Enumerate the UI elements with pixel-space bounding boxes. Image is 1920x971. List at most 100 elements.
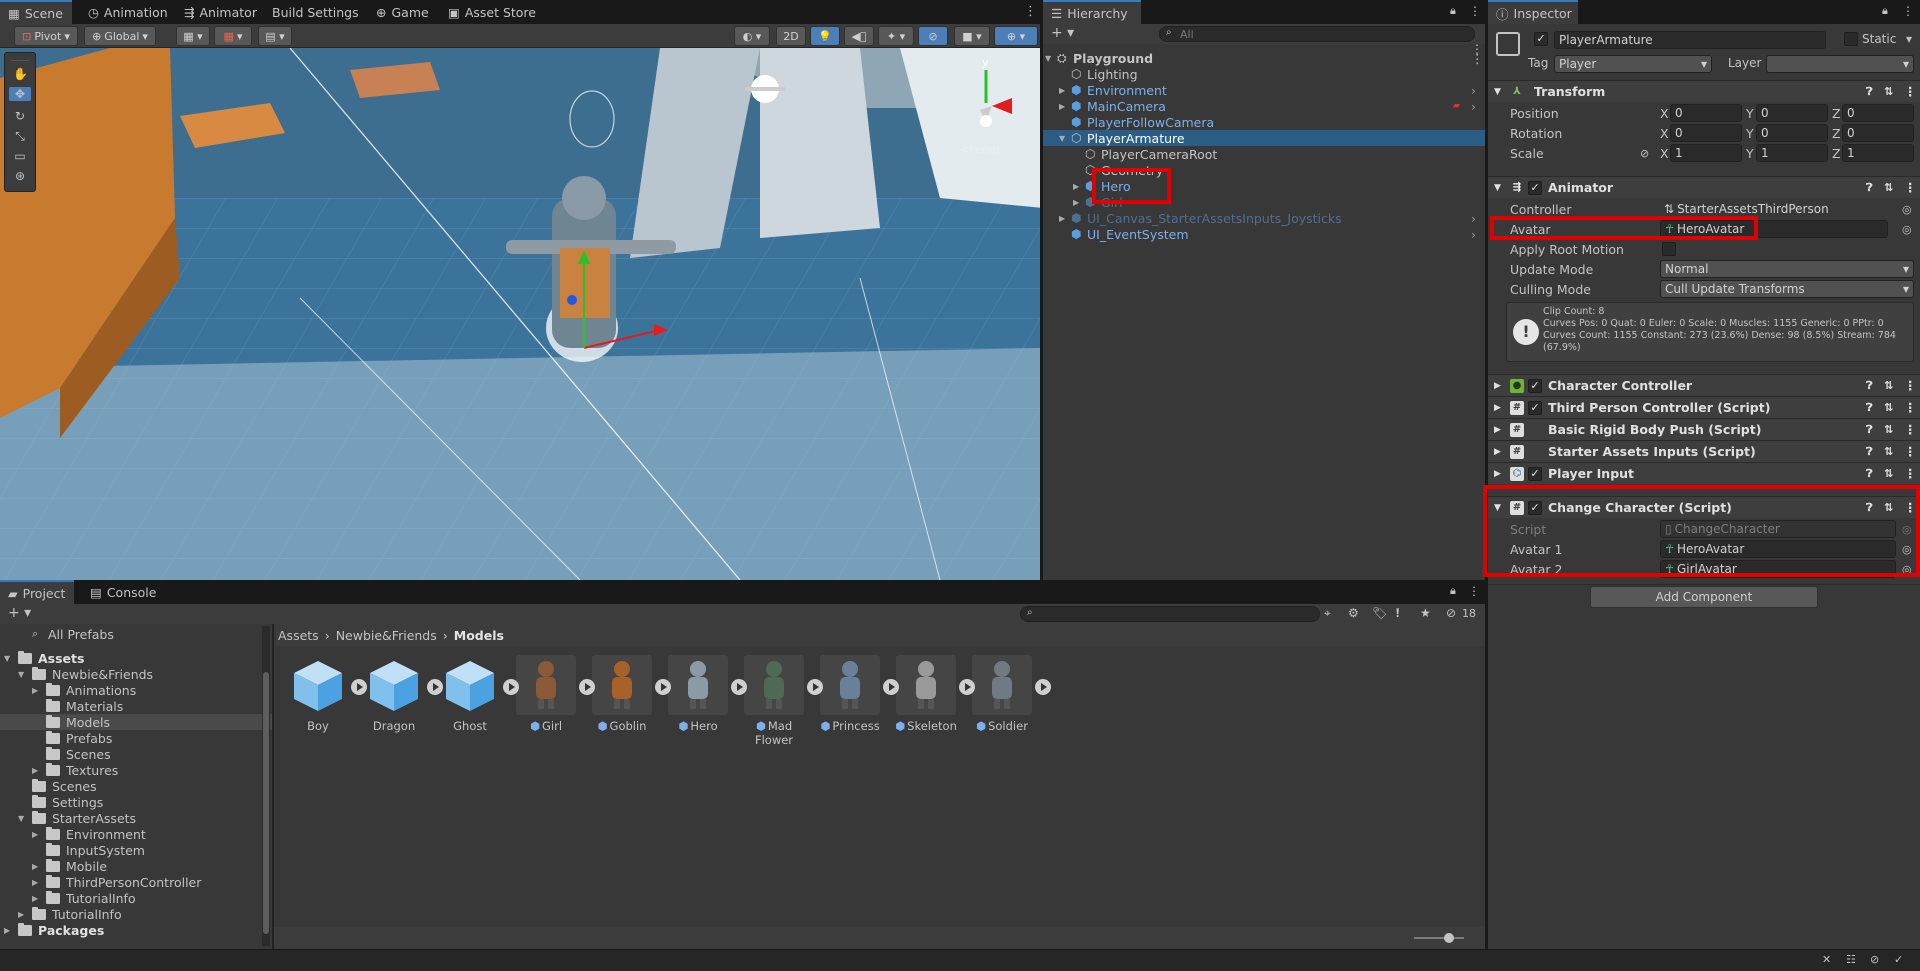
tab-animation[interactable]: ◷ Animation [80, 0, 170, 24]
hierarchy-item[interactable]: ▶ ⬢ UI_Canvas_StarterAssetsInputs_Joystick… [1043, 210, 1485, 226]
more-menu-icon[interactable]: ⋮ [1904, 422, 1917, 437]
x-field[interactable]: 0 [1670, 124, 1742, 142]
create-plus-icon[interactable]: + ▾ [8, 605, 31, 621]
foldout-closed-icon[interactable]: ▶ [1059, 214, 1065, 223]
tree-item[interactable]: ▶ Animations [0, 682, 272, 698]
visibility-toggle[interactable]: ⊘ [918, 26, 948, 46]
search-scope-icon[interactable]: ⌖ [1324, 606, 1331, 621]
transform-tool-icon[interactable]: ⊛ [13, 169, 27, 183]
animator-enabled-checkbox[interactable]: ✓ [1528, 181, 1542, 195]
expand-prefab-play-icon[interactable] [351, 679, 367, 695]
open-prefab-chevron-icon[interactable]: › [1471, 227, 1476, 242]
foldout-closed-icon[interactable]: ▶ [4, 926, 10, 935]
snap-increment-button[interactable]: ▦ ▾ [214, 26, 252, 46]
hierarchy-item[interactable]: ▼ ⬡ PlayerArmature [1043, 130, 1485, 146]
preset-icon[interactable]: ⇅ [1884, 85, 1893, 98]
camera-dropdown[interactable]: ■ ▾ [954, 26, 990, 46]
more-menu-icon[interactable]: ⋮ [1904, 444, 1917, 459]
more-menu-icon[interactable]: ⋮ [1904, 180, 1917, 195]
help-icon[interactable]: ❓︎ [1866, 467, 1873, 481]
foldout-closed-icon[interactable]: ▶ [1073, 198, 1079, 207]
layer-dropdown[interactable]: ▾ [1766, 55, 1914, 73]
preset-icon[interactable]: ⇅ [1884, 423, 1893, 436]
active-checkbox[interactable]: ✓ [1534, 32, 1548, 46]
align-button[interactable]: ▤ ▾ [258, 26, 292, 46]
lock-icon[interactable]: 🔒︎ [1882, 4, 1888, 18]
foldout-closed-icon[interactable]: ▶ [1073, 182, 1079, 191]
help-icon[interactable]: ❓︎ [1866, 423, 1873, 437]
hierarchy-item[interactable]: ⬡ PlayerCameraRoot [1043, 146, 1485, 162]
y-field[interactable]: 1 [1756, 144, 1828, 162]
foldout-closed-icon[interactable]: ▶ [32, 894, 38, 903]
tree-item[interactable]: Scenes [0, 778, 272, 794]
tab-console[interactable]: ▤ Console [82, 580, 162, 604]
object-picker-icon[interactable]: ◎ [1902, 203, 1912, 216]
foldout-closed-icon[interactable]: ▶ [1494, 425, 1501, 435]
foldout-open-icon[interactable]: ▼ [1059, 134, 1065, 143]
more-menu-icon[interactable]: ⋮ [1902, 4, 1914, 18]
tree-item[interactable]: ▼ Assets [0, 650, 272, 666]
component-header[interactable]: ▶ # Starter Assets Inputs (Script) ❓︎ ⇅ ⋮ [1488, 440, 1920, 462]
z-field[interactable]: 0 [1842, 124, 1914, 142]
expand-prefab-play-icon[interactable] [1035, 679, 1051, 695]
component-enabled-checkbox[interactable]: ✓ [1528, 379, 1542, 393]
rotate-tool-icon[interactable]: ↻ [13, 109, 27, 123]
hierarchy-item[interactable]: ▶ ⬢ MainCamera › ▰ [1043, 98, 1485, 114]
effects-dropdown[interactable]: ✦ ▾ [878, 26, 914, 46]
asset-item[interactable]: ⬢ Hero [666, 655, 730, 733]
breadcrumb-models[interactable]: Models [454, 628, 504, 643]
tree-item[interactable]: ▶ Packages [0, 922, 272, 938]
preset-icon[interactable]: ⇅ [1884, 401, 1893, 414]
filter-label-icon[interactable]: 🏷︎ [1372, 606, 1387, 620]
update-mode-dropdown[interactable]: Normal ▾ [1660, 260, 1914, 278]
more-menu-icon[interactable]: ⋮ [1904, 84, 1917, 99]
foldout-closed-icon[interactable]: ▶ [32, 830, 38, 839]
tree-item[interactable]: ⌕ All Prefabs [0, 626, 272, 642]
component-header[interactable]: ▶ # Basic Rigid Body Push (Script) ❓︎ ⇅ ⋮ [1488, 418, 1920, 440]
asset-item[interactable]: ⬢ Soldier [970, 655, 1034, 733]
expand-prefab-play-icon[interactable] [427, 679, 443, 695]
preset-icon[interactable]: ⇅ [1884, 181, 1893, 194]
component-header[interactable]: ▶ ● ✓ Character Controller ❓︎ ⇅ ⋮ [1488, 374, 1920, 396]
preset-icon[interactable]: ⇅ [1884, 445, 1893, 458]
asset-item[interactable]: ⬢ Princess [818, 655, 882, 733]
audio-toggle[interactable]: ◀ﾞ [844, 26, 874, 46]
breadcrumb-newbie-friends[interactable]: Newbie&Friends [336, 628, 437, 643]
hierarchy-item[interactable]: ⬢ UI_EventSystem › [1043, 226, 1485, 242]
foldout-closed-icon[interactable]: ▶ [18, 910, 24, 919]
lighting-toggle[interactable]: 💡 [810, 26, 840, 46]
tree-scrollbar-thumb[interactable] [263, 672, 269, 934]
component-enabled-checkbox[interactable]: ✓ [1528, 467, 1542, 481]
tree-item[interactable]: Prefabs [0, 730, 272, 746]
collab-check-icon[interactable]: ✓ [1894, 953, 1903, 966]
hierarchy-search-input[interactable]: ⌕ All [1159, 26, 1475, 42]
tab-asset-store[interactable]: ▣ Asset Store [440, 0, 540, 24]
project-search-input[interactable]: ⌕ [1020, 606, 1320, 622]
hierarchy-item[interactable]: ⬢ PlayerFollowCamera [1043, 114, 1485, 130]
more-menu-icon[interactable]: ⋮ [1904, 378, 1917, 393]
tree-scrollbar[interactable] [262, 626, 270, 946]
help-icon[interactable]: ❓︎ [1866, 181, 1873, 195]
foldout-open-icon[interactable]: ▼ [4, 654, 10, 663]
log-filter-icon[interactable]: ❗︎ [1396, 606, 1399, 621]
expand-prefab-play-icon[interactable] [731, 679, 747, 695]
y-field[interactable]: 0 [1756, 104, 1828, 122]
foldout-closed-icon[interactable]: ▶ [32, 686, 38, 695]
favorite-star-icon[interactable]: ★ [1420, 606, 1431, 620]
expand-prefab-play-icon[interactable] [579, 679, 595, 695]
rect-tool-icon[interactable]: ▭ [13, 149, 27, 163]
lock-icon[interactable]: 🔒︎ [1450, 584, 1456, 598]
foldout-open-icon[interactable]: ▼ [1494, 87, 1501, 97]
tag-dropdown[interactable]: Player ▾ [1554, 55, 1712, 73]
panel-divider[interactable] [272, 624, 274, 949]
x-field[interactable]: 1 [1670, 144, 1742, 162]
static-checkbox[interactable] [1844, 32, 1858, 46]
component-enabled-checkbox[interactable]: ✓ [1528, 401, 1542, 415]
foldout-closed-icon[interactable]: ▶ [1494, 469, 1501, 479]
foldout-open-icon[interactable]: ▼ [18, 670, 24, 679]
x-field[interactable]: 0 [1670, 104, 1742, 122]
hand-tool-icon[interactable]: ✋ [13, 67, 28, 81]
more-menu-icon[interactable]: ⋮ [1904, 400, 1917, 415]
more-menu-icon[interactable]: ⋮ [1471, 42, 1483, 56]
tree-item[interactable]: ▶ TutorialInfo [0, 890, 272, 906]
